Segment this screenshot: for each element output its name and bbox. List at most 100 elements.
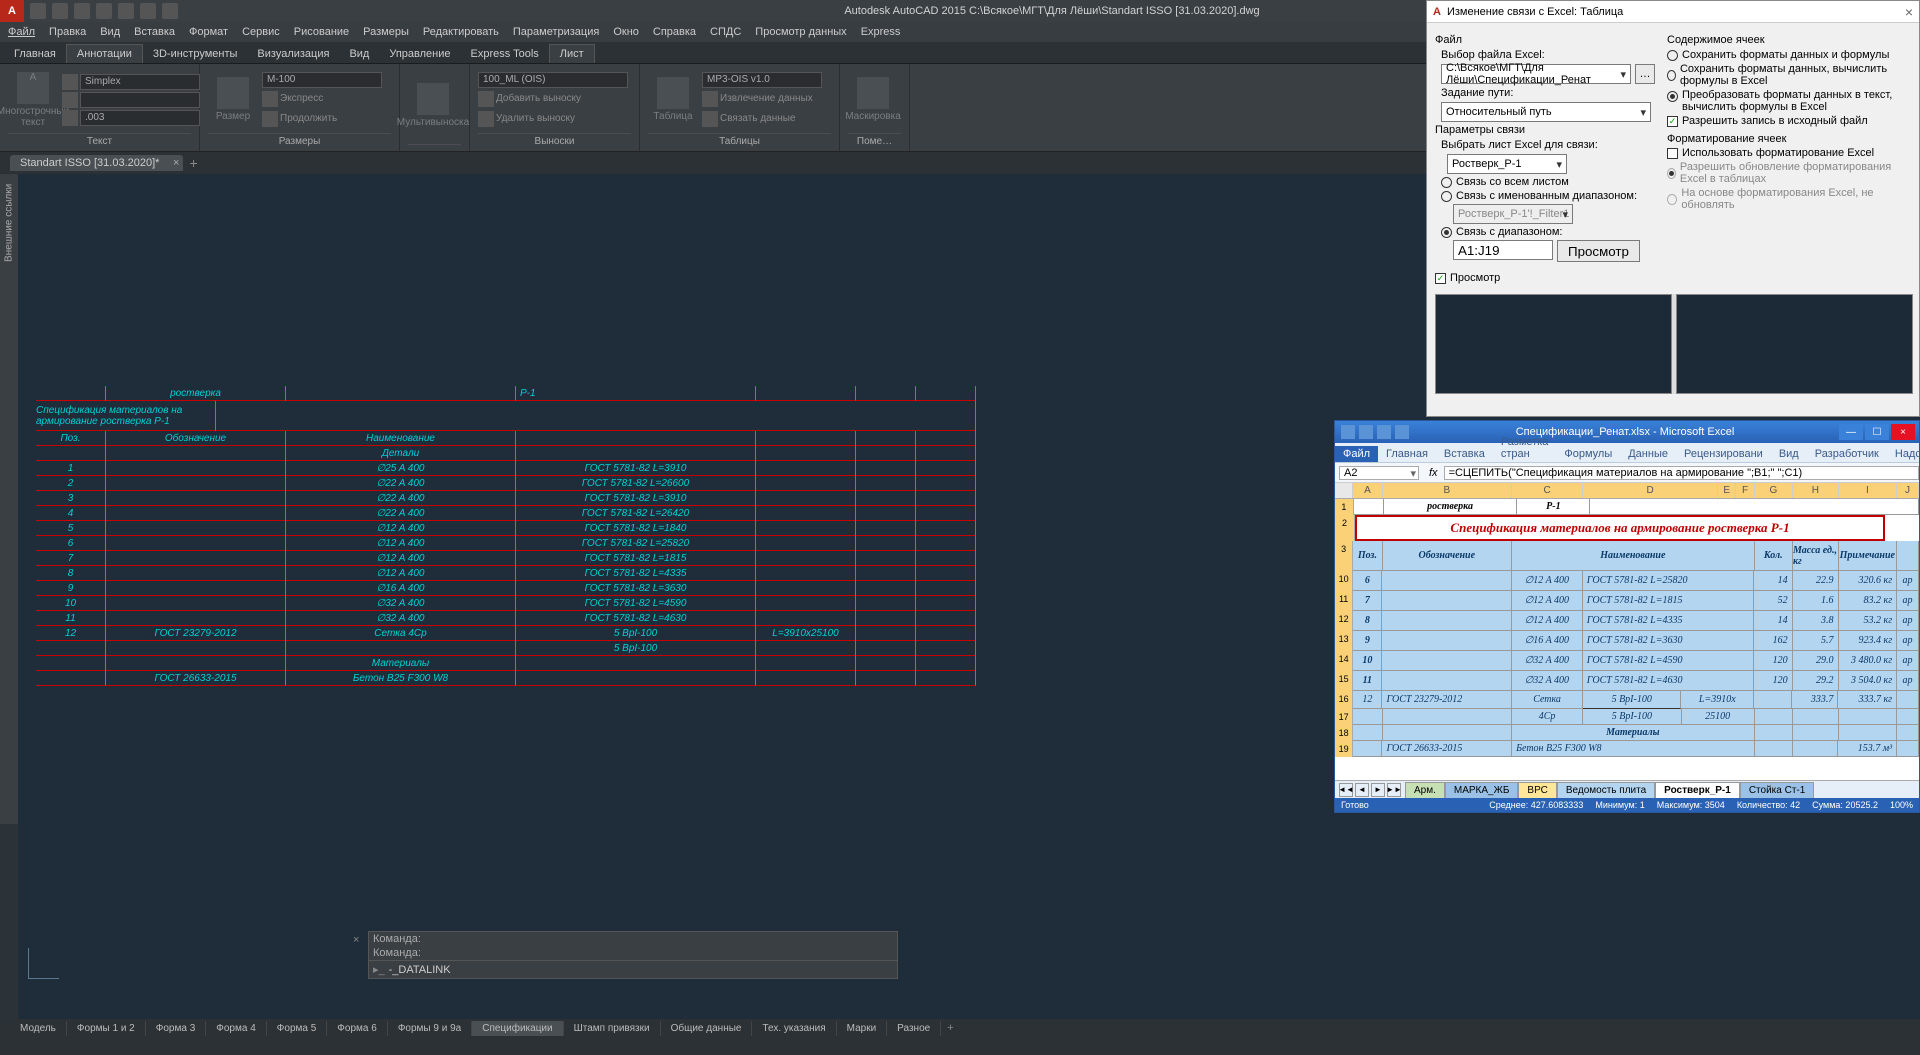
- rtab-layout[interactable]: Лист: [549, 44, 595, 63]
- menu-file[interactable]: Файл: [8, 26, 35, 38]
- doc-tab[interactable]: Standart ISSO [31.03.2020]*×: [10, 155, 183, 171]
- excel-title-bar[interactable]: Спецификации_Ренат.xlsx - Microsoft Exce…: [1335, 421, 1919, 443]
- dialog-title-bar[interactable]: A Изменение связи с Excel: Таблица ×: [1427, 1, 1919, 23]
- xl-icon[interactable]: [1341, 425, 1355, 439]
- row-hdr[interactable]: 2: [1335, 515, 1355, 541]
- leader-style-combo[interactable]: 100_ML (OIS): [478, 72, 628, 88]
- col-H[interactable]: H: [1793, 483, 1839, 498]
- use-excel-fmt-checkbox[interactable]: [1667, 148, 1678, 159]
- rtab-annotate[interactable]: Аннотации: [66, 44, 143, 63]
- close-icon[interactable]: ×: [1891, 424, 1915, 440]
- name-box[interactable]: A2: [1339, 466, 1419, 480]
- menu-insert[interactable]: Вставка: [134, 26, 175, 38]
- file-select-combo[interactable]: C:\Всякое\МГТ\Для Лёши\Спецификации_Рена…: [1441, 64, 1631, 84]
- browse-button[interactable]: …: [1635, 64, 1655, 84]
- layout-tab[interactable]: Форма 5: [267, 1021, 328, 1036]
- text-style-combo[interactable]: Simplex: [80, 74, 200, 90]
- menu-dataview[interactable]: Просмотр данных: [755, 26, 846, 38]
- select-all[interactable]: [1335, 483, 1353, 498]
- menu-edit[interactable]: Правка: [49, 26, 86, 38]
- menu-dims[interactable]: Размеры: [363, 26, 409, 38]
- continue-dim-icon[interactable]: [262, 111, 278, 127]
- add-tab-icon[interactable]: +: [189, 155, 197, 171]
- table-button[interactable]: Таблица: [648, 77, 698, 122]
- row-hdr[interactable]: 3: [1335, 541, 1353, 571]
- xl-tab-formulas[interactable]: Формулы: [1556, 446, 1620, 462]
- col-A[interactable]: A: [1353, 483, 1382, 498]
- row-hdr[interactable]: 1: [1335, 499, 1354, 515]
- acad-logo[interactable]: A: [0, 0, 24, 22]
- close-icon[interactable]: ×: [1905, 4, 1913, 20]
- xl-tab-dev[interactable]: Разработчик: [1807, 446, 1887, 462]
- text-height-combo[interactable]: .003: [80, 110, 200, 126]
- mask-button[interactable]: Маскировка: [848, 77, 898, 122]
- sheet-tab-active[interactable]: Ростверк_Р-1: [1655, 782, 1740, 798]
- add-layout-icon[interactable]: +: [947, 1022, 953, 1034]
- menu-spds[interactable]: СПДС: [710, 26, 741, 38]
- excel-grid[interactable]: A B C D E F G H I J 1ростверкаР-1 2Специ…: [1335, 483, 1919, 781]
- add-leader-icon[interactable]: [478, 91, 494, 107]
- qat-print-icon[interactable]: [118, 3, 134, 19]
- sheet-prev-icon[interactable]: ◄: [1355, 783, 1369, 797]
- cmd-close-icon[interactable]: ×: [353, 934, 359, 946]
- col-D[interactable]: D: [1583, 483, 1718, 498]
- menu-view[interactable]: Вид: [100, 26, 120, 38]
- sheet-select-combo[interactable]: Ростверк_Р-1: [1447, 154, 1567, 174]
- menu-window[interactable]: Окно: [613, 26, 639, 38]
- rtab-home[interactable]: Главная: [4, 45, 66, 63]
- col-F[interactable]: F: [1736, 483, 1754, 498]
- qat-new-icon[interactable]: [30, 3, 46, 19]
- xl-redo-icon[interactable]: [1395, 425, 1409, 439]
- layout-tab[interactable]: Форма 4: [206, 1021, 267, 1036]
- layout-tab[interactable]: Разное: [887, 1021, 941, 1036]
- scale-icon[interactable]: [62, 110, 78, 126]
- layout-model[interactable]: Модель: [10, 1021, 67, 1036]
- rtab-manage[interactable]: Управление: [379, 45, 460, 63]
- menu-format[interactable]: Формат: [189, 26, 228, 38]
- mtext-button[interactable]: AМногострочный текст: [8, 72, 58, 128]
- layout-tab[interactable]: Штамп привязки: [564, 1021, 661, 1036]
- rtab-view[interactable]: Вид: [339, 45, 379, 63]
- link-data-icon[interactable]: [702, 111, 718, 127]
- xl-tab-insert[interactable]: Вставка: [1436, 446, 1493, 462]
- sheet-tab[interactable]: Стойка Ст-1: [1740, 782, 1814, 798]
- xl-tab-file[interactable]: Файл: [1335, 446, 1378, 462]
- table-style-combo[interactable]: MP3-OIS v1.0: [702, 72, 822, 88]
- command-line[interactable]: × Команда: Команда: ▸_-_DATALINK: [368, 931, 898, 979]
- radio-whole-sheet[interactable]: Связь со всем листом: [1441, 176, 1655, 188]
- extract-data-icon[interactable]: [702, 91, 718, 107]
- radio-keep-formulas[interactable]: Сохранить форматы данных и формулы: [1667, 49, 1911, 61]
- preview-checkbox[interactable]: ✓: [1435, 273, 1446, 284]
- xl-tab-review[interactable]: Рецензировани: [1676, 446, 1771, 462]
- col-J[interactable]: J: [1897, 483, 1919, 498]
- menu-draw[interactable]: Рисование: [294, 26, 349, 38]
- fx-icon[interactable]: fx: [1423, 467, 1444, 479]
- radio-named-range[interactable]: Связь с именованным диапазоном:: [1441, 190, 1655, 202]
- col-C[interactable]: C: [1512, 483, 1583, 498]
- sidebar-xrefs[interactable]: Внешние ссылки: [0, 174, 18, 824]
- sheet-tab[interactable]: ВРС: [1518, 782, 1556, 798]
- range-input[interactable]: [1453, 240, 1553, 260]
- rtab-express[interactable]: Express Tools: [461, 45, 549, 63]
- radio-calc-excel[interactable]: Сохранить форматы данных, вычислить форм…: [1667, 63, 1911, 87]
- sheet-tab[interactable]: Арм.: [1405, 782, 1445, 798]
- preview-button[interactable]: Просмотр: [1557, 240, 1640, 262]
- layout-tab[interactable]: Формы 1 и 2: [67, 1021, 146, 1036]
- col-B[interactable]: B: [1383, 483, 1512, 498]
- layout-tab[interactable]: Форма 3: [146, 1021, 207, 1036]
- xl-tab-addins[interactable]: Надстройки: [1887, 446, 1920, 462]
- xl-undo-icon[interactable]: [1377, 425, 1391, 439]
- dim-style-combo[interactable]: M-100: [262, 72, 382, 88]
- remove-leader-icon[interactable]: [478, 111, 494, 127]
- sheet-next-icon[interactable]: ►: [1371, 783, 1385, 797]
- col-I[interactable]: I: [1839, 483, 1897, 498]
- rtab-3d[interactable]: 3D-инструменты: [143, 45, 248, 63]
- maximize-icon[interactable]: ☐: [1865, 424, 1889, 440]
- write-source-checkbox[interactable]: ✓: [1667, 116, 1678, 127]
- formula-bar[interactable]: =СЦЕПИТЬ("Спецификация материалов на арм…: [1444, 466, 1919, 480]
- sheet-first-icon[interactable]: ◄◄: [1339, 783, 1353, 797]
- sheet-tab[interactable]: МАРКА_ЖБ: [1445, 782, 1519, 798]
- layout-tab[interactable]: Форма 6: [327, 1021, 388, 1036]
- qat-undo-icon[interactable]: [140, 3, 156, 19]
- sheet-last-icon[interactable]: ►►: [1387, 783, 1401, 797]
